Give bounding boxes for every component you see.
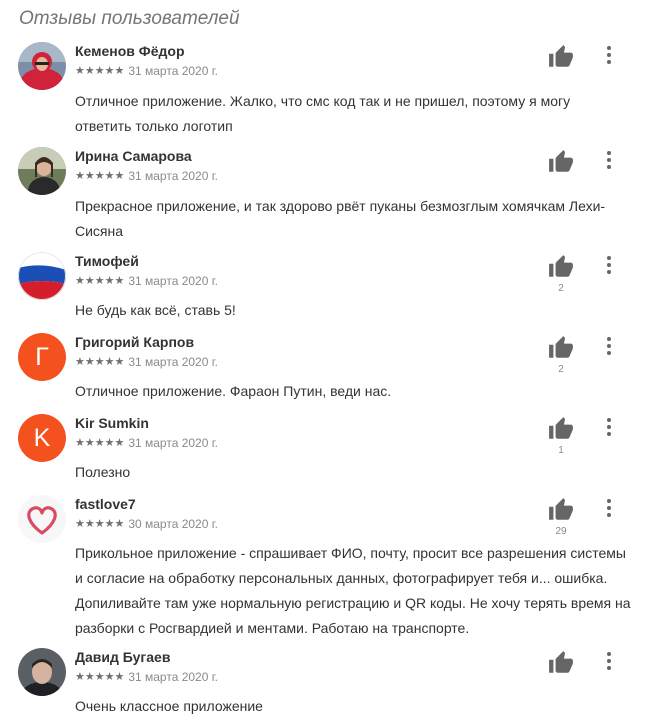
rating-stars: ★★★★★	[75, 64, 125, 77]
thumbs-up-button[interactable]	[547, 44, 575, 70]
reviewer-name[interactable]: Kir Sumkin	[75, 415, 149, 431]
dot	[607, 513, 611, 517]
section-title: Отзывы пользователей	[19, 8, 240, 29]
more-options-button[interactable]	[601, 149, 617, 171]
more-options-button[interactable]	[601, 416, 617, 438]
avatar[interactable]	[18, 648, 66, 696]
thumbs-up-icon	[549, 255, 573, 277]
avatar[interactable]: K	[18, 414, 66, 462]
review-text: Полезно	[75, 464, 131, 480]
dot	[607, 652, 611, 656]
thumbs-up-button[interactable]	[547, 254, 575, 280]
rating-stars: ★★★★★	[75, 436, 125, 449]
avatar[interactable]: Г	[18, 333, 66, 381]
review-text: Прекрасное приложение, и так здорово рвё…	[75, 198, 606, 239]
avatar[interactable]	[18, 42, 66, 90]
dot	[607, 263, 611, 267]
review-meta: ★★★★★ 31 марта 2020 г.	[75, 169, 218, 183]
more-options-button[interactable]	[601, 497, 617, 519]
dot	[607, 666, 611, 670]
review-text: Отличное приложение. Жалко, что смс код …	[75, 93, 571, 134]
review-date: 30 марта 2020 г.	[128, 517, 218, 531]
dot	[607, 46, 611, 50]
dot	[607, 425, 611, 429]
thumbs-up-icon	[549, 498, 573, 520]
dot	[607, 165, 611, 169]
review-date: 31 марта 2020 г.	[128, 355, 218, 369]
review-date: 31 марта 2020 г.	[128, 274, 218, 288]
dot	[607, 60, 611, 64]
avatar-letter: K	[33, 423, 51, 452]
dot	[607, 53, 611, 57]
reviewer-name[interactable]: fastlove7	[75, 496, 136, 512]
review-date: 31 марта 2020 г.	[128, 436, 218, 450]
avatar[interactable]	[18, 252, 66, 300]
review-meta: ★★★★★ 31 марта 2020 г.	[75, 670, 218, 684]
thumbs-up-button[interactable]	[547, 416, 575, 442]
reviewer-name[interactable]: Григорий Карпов	[75, 334, 194, 350]
dot	[607, 158, 611, 162]
avatar-letter: Г	[35, 342, 49, 371]
review-meta: ★★★★★ 31 марта 2020 г.	[75, 436, 218, 450]
avatar[interactable]	[18, 147, 66, 195]
dot	[607, 151, 611, 155]
thumbs-up-icon	[549, 45, 573, 67]
dot	[607, 506, 611, 510]
reviewer-name[interactable]: Тимофей	[75, 253, 139, 269]
dot	[607, 499, 611, 503]
dot	[607, 659, 611, 663]
thumbs-up-button[interactable]	[547, 149, 575, 175]
rating-stars: ★★★★★	[75, 355, 125, 368]
rating-stars: ★★★★★	[75, 169, 125, 182]
review-text: Не будь как всё, ставь 5!	[75, 302, 236, 318]
review-date: 31 марта 2020 г.	[128, 64, 218, 78]
review-meta: ★★★★★ 31 марта 2020 г.	[75, 64, 218, 78]
rating-stars: ★★★★★	[75, 670, 125, 683]
dot	[607, 256, 611, 260]
review-date: 31 марта 2020 г.	[128, 670, 218, 684]
more-options-button[interactable]	[601, 335, 617, 357]
thumbs-up-icon	[549, 417, 573, 439]
dot	[607, 432, 611, 436]
review-text: Очень классное приложение	[75, 698, 263, 714]
thumbs-up-icon	[549, 336, 573, 358]
dot	[607, 344, 611, 348]
thumbs-up-button[interactable]	[547, 335, 575, 361]
thumbs-up-icon	[549, 651, 573, 673]
dot	[607, 351, 611, 355]
review-meta: ★★★★★ 31 марта 2020 г.	[75, 274, 218, 288]
more-options-button[interactable]	[601, 650, 617, 672]
thumbs-up-icon	[549, 150, 573, 172]
like-count: 1	[558, 445, 564, 456]
rating-stars: ★★★★★	[75, 517, 125, 530]
dot	[607, 270, 611, 274]
more-options-button[interactable]	[601, 44, 617, 66]
like-count: 29	[555, 526, 567, 537]
review-meta: ★★★★★ 30 марта 2020 г.	[75, 517, 218, 531]
avatar[interactable]	[18, 495, 66, 543]
reviewer-name[interactable]: Давид Бугаев	[75, 649, 170, 665]
review-text: Прикольное приложение - спрашивает ФИО, …	[75, 545, 631, 636]
more-options-button[interactable]	[601, 254, 617, 276]
like-count: 2	[558, 283, 564, 294]
thumbs-up-button[interactable]	[547, 650, 575, 676]
rating-stars: ★★★★★	[75, 274, 125, 287]
review-date: 31 марта 2020 г.	[128, 169, 218, 183]
reviewer-name[interactable]: Кеменов Фёдор	[75, 43, 185, 59]
thumbs-up-button[interactable]	[547, 497, 575, 523]
dot	[607, 337, 611, 341]
reviewer-name[interactable]: Ирина Самарова	[75, 148, 192, 164]
dot	[607, 418, 611, 422]
like-count: 2	[558, 364, 564, 375]
review-meta: ★★★★★ 31 марта 2020 г.	[75, 355, 218, 369]
review-text: Отличное приложение. Фараон Путин, веди …	[75, 383, 392, 399]
